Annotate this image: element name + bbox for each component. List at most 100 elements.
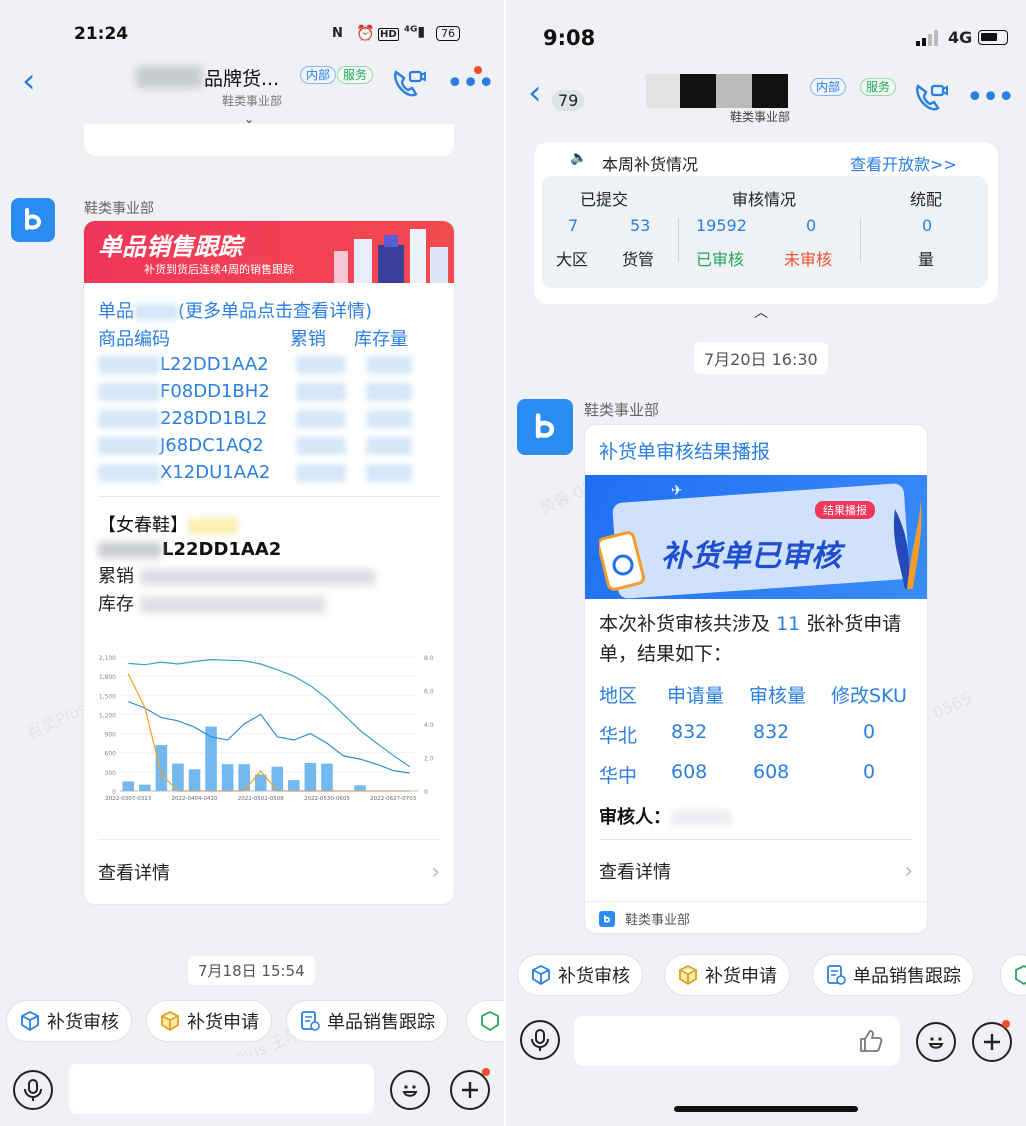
chip-item-sales-tracking[interactable]: 单品销售跟踪: [812, 954, 974, 996]
redacted-prefix: [98, 355, 160, 374]
item-code[interactable]: L22DD1AA2: [160, 354, 290, 375]
chart-bar: [254, 774, 267, 791]
collapse-chevron-icon[interactable]: ︿: [754, 302, 768, 322]
chip-more[interactable]: [466, 1000, 504, 1042]
unread-count-badge[interactable]: 79: [552, 90, 585, 111]
cube-check-icon: [479, 1010, 501, 1032]
view-details-row[interactable]: 查看详情 ›: [98, 851, 440, 893]
cube-check-icon: [1013, 964, 1026, 986]
value-managers: 53: [630, 216, 651, 235]
value-allocation: 0: [922, 216, 933, 235]
more-icon[interactable]: •••: [446, 66, 495, 101]
speaker-icon: 🔈: [570, 150, 588, 166]
redacted-sales: [296, 355, 346, 374]
chip-item-sales-tracking[interactable]: 单品销售跟踪: [286, 1000, 448, 1042]
message-timestamp: 7月20日 16:30: [694, 342, 828, 374]
header-allocation: 统配: [910, 190, 943, 209]
weekly-title: 本周补货情况: [602, 155, 699, 174]
table-cell-region: 华中: [599, 765, 638, 787]
chat-title[interactable]: 品牌货...: [204, 64, 279, 91]
chart-bar: [321, 763, 333, 791]
divider: [98, 496, 440, 497]
table-row: 华中 608 608 0: [599, 761, 919, 801]
right-screen: 黄蓉 0565 黄蓉 0565 9:08 4G ‹ 79 鞋类事业部 内部 服务…: [506, 0, 1026, 1126]
y2-tick-label: 2.0: [424, 756, 434, 763]
plus-icon[interactable]: [450, 1070, 490, 1110]
restock-review-card[interactable]: 补货单审核结果播报 结果播报 补货单已审核 ✈ 本次补货审核共涉及 11 张补货…: [584, 424, 928, 934]
divider: [585, 901, 927, 902]
voice-icon[interactable]: [520, 1020, 560, 1060]
more-items-link[interactable]: 单品 (更多单品点击查看详情): [98, 297, 440, 323]
cube-icon: [530, 964, 552, 986]
back-icon[interactable]: ‹: [528, 76, 542, 110]
summary-prefix: 本次补货审核共涉及: [599, 613, 771, 635]
view-details-row[interactable]: 查看详情 ›: [599, 851, 913, 891]
y-tick-label: 1,500: [99, 693, 116, 700]
summary-text: 本次补货审核共涉及 11 张补货申请单，结果如下：: [599, 609, 919, 669]
item-code[interactable]: X12DU1AA2: [160, 462, 290, 483]
chart-series-line: [127, 673, 410, 792]
emoji-icon[interactable]: [916, 1022, 956, 1062]
document-icon: [299, 1010, 321, 1032]
document-icon: [825, 964, 847, 986]
bot-avatar[interactable]: [517, 399, 573, 455]
item-code[interactable]: J68DC1AQ2: [160, 435, 290, 456]
weekly-restock-card[interactable]: 🔈 本周补货情况 查看开放款>> 已提交 审核情况 统配 7 53 19592 …: [534, 142, 998, 304]
phone-video-icon[interactable]: [390, 66, 426, 102]
x-tick-label: 2022-0502-0508: [238, 796, 284, 802]
box-icon: [159, 1010, 181, 1032]
view-open-items-link[interactable]: 查看开放款>>: [850, 151, 957, 175]
bot-logo-icon: [599, 910, 615, 927]
redacted-title: [646, 74, 788, 108]
status-time: 9:08: [543, 26, 596, 50]
status-bar: 9:08 4G: [506, 0, 1026, 54]
item-code[interactable]: 228DD1BL2: [160, 408, 290, 429]
y2-tick-label: 0: [424, 789, 428, 796]
chart-bar: [155, 745, 168, 791]
phone-video-icon[interactable]: [912, 80, 948, 116]
cube-icon: [19, 1010, 41, 1032]
weekly-stats-panel: 已提交 审核情况 统配 7 53 19592 0 0 大区 货管 已审核 未审核…: [542, 176, 988, 288]
chip-restock-review[interactable]: 补货审核: [517, 954, 643, 996]
bot-avatar[interactable]: [11, 198, 55, 242]
signal-icon: [916, 30, 942, 50]
chat-subtitle: 鞋类事业部: [222, 94, 283, 108]
paper-plane-icon: ✈: [671, 483, 683, 499]
label-regions: 大区: [556, 250, 589, 269]
thumbs-up-icon[interactable]: [858, 1028, 884, 1058]
item-code[interactable]: F08DD1BH2: [160, 381, 290, 402]
label-quantity: 量: [918, 250, 935, 269]
chart-bar: [288, 780, 300, 791]
footer-label: 鞋类事业部: [625, 913, 691, 928]
chip-restock-request[interactable]: 补货申请: [146, 1000, 272, 1042]
message-input[interactable]: [69, 1064, 374, 1114]
more-icon[interactable]: •••: [966, 80, 1015, 115]
divider: [98, 839, 440, 840]
chip-restock-review[interactable]: 补货审核: [6, 1000, 132, 1042]
y-tick-label: 2,100: [99, 655, 116, 662]
message-input[interactable]: [574, 1016, 900, 1066]
city-illustration-icon: [334, 229, 448, 283]
code-row: F08DD1BH2: [98, 378, 440, 405]
chat-subtitle: 鞋类事业部: [730, 110, 791, 124]
chip-restock-request[interactable]: 补货申请: [664, 954, 790, 996]
previous-card-bottom: [84, 124, 454, 156]
review-table: 地区 申请量 审核量 修改SKU 华北 832 832 0 华中 608 608 0: [599, 681, 919, 801]
table-cell-modified: 0: [863, 721, 876, 743]
chart-bar: [271, 766, 284, 791]
chip-more[interactable]: [1000, 954, 1026, 996]
redacted-prefix: [98, 463, 160, 482]
redacted-sales: [296, 463, 346, 482]
voice-icon[interactable]: [13, 1070, 53, 1110]
summary-count: 11: [776, 613, 801, 635]
x-tick-label: 2022-0307-0313: [105, 796, 151, 802]
redacted-sales: [296, 382, 346, 401]
product-category: 【女春鞋】: [98, 511, 440, 537]
sender-name: 鞋类事业部: [584, 401, 660, 419]
left-screen: 百灵Plus 王阳 1642 百灵Plus 王阳 1642 21:24 N ⏰ …: [0, 0, 504, 1126]
back-icon[interactable]: ‹: [22, 64, 36, 98]
plus-icon[interactable]: [972, 1022, 1012, 1062]
sales-tracking-card[interactable]: 单品销售跟踪 补货到货后连续4周的销售跟踪 单品 (更多单品点击查看详情) 商品编…: [83, 220, 455, 905]
stock-row: 库存: [98, 590, 440, 616]
emoji-icon[interactable]: [390, 1070, 430, 1110]
